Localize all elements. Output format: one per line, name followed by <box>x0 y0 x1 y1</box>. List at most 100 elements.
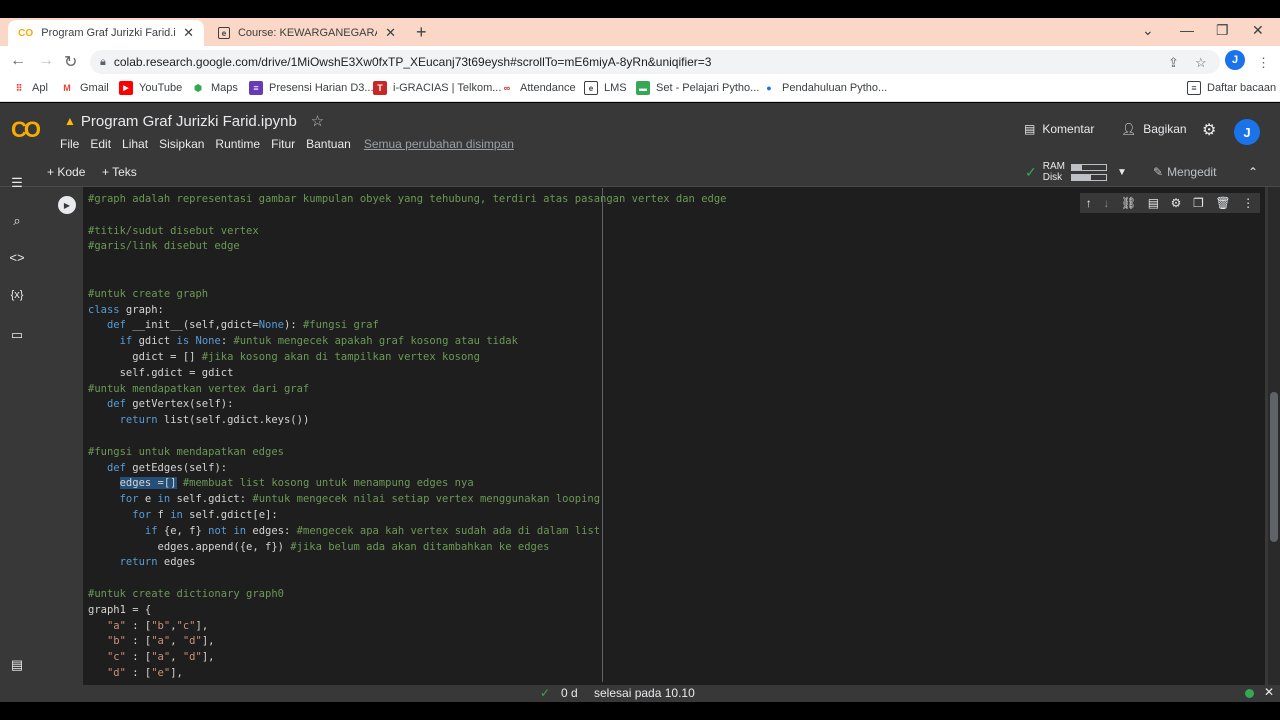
reload-icon[interactable]: ↻ <box>64 52 77 72</box>
forward-icon[interactable]: → <box>38 52 54 70</box>
browser-tab-course[interactable]: e Course: KEWARGANEGARAAN D ✕ <box>208 20 406 46</box>
menu-sisipkan[interactable]: Sisipkan <box>159 137 204 151</box>
share-button[interactable]: 👤︎ Bagikan <box>1121 122 1187 136</box>
star-icon[interactable]: ☆ <box>311 112 324 130</box>
comment-button[interactable]: ▤ Komentar <box>1024 122 1094 136</box>
close-tab-icon[interactable]: ✕ <box>385 25 396 41</box>
profile-avatar[interactable]: J <box>1225 50 1245 70</box>
video-frame-bottom <box>0 702 1280 720</box>
code-cell[interactable]: #graph adalah representasi gambar kumpul… <box>83 187 1265 685</box>
code-line: if gdict is None: #untuk mengecek apakah… <box>119 335 518 348</box>
bookmark-apps[interactable]: ⠿ Apl <box>12 81 48 95</box>
account-avatar[interactable]: J <box>1234 119 1260 145</box>
menu-bantuan[interactable]: Bantuan <box>306 137 351 151</box>
code-line: def getVertex(self): <box>106 398 234 411</box>
code-line: "b" : ["a", "d"], <box>106 635 215 648</box>
browser-menu-icon[interactable]: ⋮ <box>1257 55 1270 71</box>
forms-icon: ≡ <box>249 81 263 95</box>
collapse-header-icon[interactable]: ⌃ <box>1248 165 1258 179</box>
code-line: return list(self.gdict.keys()) <box>119 414 310 427</box>
colab-header: CO ▲ Program Graf Jurizki Farid.ipynb ☆ … <box>0 103 1280 159</box>
resource-indicator[interactable]: ✓ RAM Disk ▼ <box>1025 161 1127 183</box>
bookmark-attendance[interactable]: ∞ Attendance <box>500 81 576 95</box>
new-tab-button[interactable]: + <box>416 22 427 43</box>
comment-icon[interactable]: ▤ <box>1148 196 1159 210</box>
code-editor[interactable]: #graph adalah representasi gambar kumpul… <box>88 192 726 682</box>
maximize-button[interactable]: ❐ <box>1216 22 1229 39</box>
code-snippets-icon[interactable]: <> <box>9 250 25 265</box>
share-page-icon[interactable]: ⇪ <box>1168 55 1179 71</box>
url-text: colab.research.google.com/drive/1MiOwshE… <box>113 55 712 69</box>
back-icon[interactable]: ← <box>10 52 26 70</box>
menu-runtime[interactable]: Runtime <box>215 137 260 151</box>
code-line: edges.append({e, f}) #jika belum ada aka… <box>88 540 550 553</box>
editing-mode-button[interactable]: ✎ Mengedit <box>1153 165 1216 179</box>
bookmark-lms[interactable]: e LMS <box>584 81 627 95</box>
close-icon[interactable]: ✕ <box>1264 685 1274 699</box>
menu-fitur[interactable]: Fitur <box>271 137 295 151</box>
notebook-title-row: ▲ Program Graf Jurizki Farid.ipynb ☆ <box>64 112 324 131</box>
bookmark-pendahuluan[interactable]: ● Pendahuluan Pytho... <box>762 81 887 95</box>
code-line: return edges <box>119 556 196 569</box>
chevron-down-icon[interactable]: ▼ <box>1117 167 1127 178</box>
browser-tab-colab[interactable]: CO Program Graf Jurizki Farid.ipynb ✕ <box>8 20 204 46</box>
code-line: self.gdict = gdict <box>88 366 234 379</box>
variables-icon[interactable]: {x} <box>9 289 25 301</box>
ram-bar <box>1070 163 1107 171</box>
table-of-contents-icon[interactable]: ☰ <box>9 175 25 191</box>
bookmark-youtube[interactable]: ▶ YouTube <box>119 81 182 95</box>
address-bar[interactable]: 🔒︎ colab.research.google.com/drive/1MiOw… <box>90 50 1220 74</box>
attendance-icon: ∞ <box>503 83 511 93</box>
code-line: graph1 = { <box>88 603 152 616</box>
bookmark-set-python[interactable]: ▬ Set - Pelajari Pytho... <box>636 81 759 95</box>
files-folder-icon[interactable]: ▭ <box>9 327 25 343</box>
move-up-icon[interactable]: ↑ <box>1086 196 1092 210</box>
scrollbar-thumb[interactable] <box>1270 392 1278 542</box>
minimize-button[interactable]: — <box>1180 22 1194 38</box>
disk-bar <box>1070 173 1107 181</box>
bookmark-gmail[interactable]: M Gmail <box>60 81 108 95</box>
add-code-button[interactable]: + Kode <box>47 165 85 179</box>
code-line: def __init__(self,gdict=None): #fungsi g… <box>106 319 379 332</box>
scrollbar[interactable] <box>1268 187 1280 685</box>
execution-status[interactable]: selesai pada 10.10 <box>594 686 695 700</box>
run-cell-button[interactable]: ▶ <box>58 196 76 214</box>
more-icon[interactable]: ⋮ <box>1242 196 1254 210</box>
settings-gear-icon[interactable]: ⚙ <box>1202 120 1216 140</box>
menu-edit[interactable]: Edit <box>90 137 111 151</box>
search-icon[interactable]: ⌕ <box>9 213 25 229</box>
status-bar: ✓ 0 d selesai pada 10.10 ✕ <box>0 685 1280 702</box>
menu-file[interactable]: File <box>60 137 79 151</box>
delete-icon[interactable]: 🗑︎ <box>1215 196 1230 210</box>
python-icon: ● <box>766 83 772 93</box>
notebook-title[interactable]: Program Graf Jurizki Farid.ipynb <box>81 113 297 130</box>
reading-list[interactable]: ≡ Daftar bacaan <box>1187 81 1276 95</box>
lms-icon: e <box>584 81 598 95</box>
saved-status[interactable]: Semua perubahan disimpan <box>364 137 514 151</box>
colab-logo[interactable]: CO <box>11 117 41 143</box>
comment-icon: ▤ <box>1024 122 1036 136</box>
close-tab-icon[interactable]: ✕ <box>183 25 194 41</box>
settings-gear-icon[interactable]: ⚙ <box>1171 196 1182 210</box>
menu-lihat[interactable]: Lihat <box>122 137 148 151</box>
terminal-icon[interactable]: ▤ <box>9 657 25 673</box>
close-window-button[interactable]: ✕ <box>1252 22 1264 39</box>
disk-label: Disk <box>1042 172 1063 183</box>
code-line: if {e, f} not in edges: #mengecek apa ka… <box>144 524 601 537</box>
move-down-icon[interactable]: ↓ <box>1103 196 1109 210</box>
tab-search-icon[interactable]: ⌄ <box>1142 22 1154 39</box>
bookmark-igracias[interactable]: Ti-GRACIAS | Telkom... <box>373 81 501 95</box>
bookmark-presensi[interactable]: ≡ Presensi Harian D3... <box>249 81 374 95</box>
video-frame-top <box>0 0 1280 18</box>
bookmark-maps[interactable]: ⬢ Maps <box>191 81 238 95</box>
code-line: "a" : ["b","c"], <box>106 619 209 632</box>
add-text-button[interactable]: + Teks <box>102 165 137 179</box>
people-icon: 👤︎ <box>1121 122 1137 136</box>
mirror-cell-icon[interactable]: ❐ <box>1193 196 1204 210</box>
bookmark-star-icon[interactable]: ☆ <box>1195 55 1207 71</box>
code-line: #untuk create graph <box>88 287 209 300</box>
browser-toolbar: ← → ↻ 🔒︎ colab.research.google.com/drive… <box>0 46 1280 76</box>
link-icon[interactable]: ⛓ <box>1121 196 1136 210</box>
